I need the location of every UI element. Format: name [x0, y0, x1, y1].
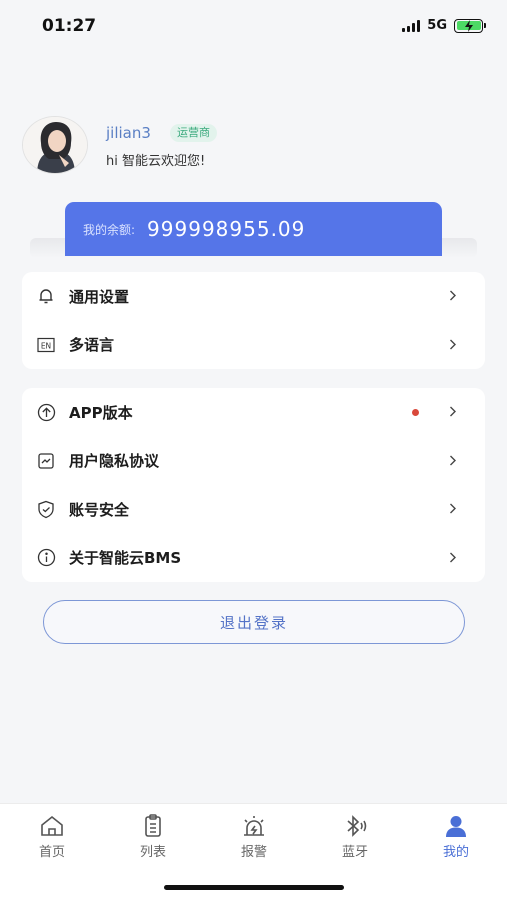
chevron-right-icon: [449, 403, 457, 422]
logout-button[interactable]: 退出登录: [43, 600, 465, 644]
chevron-right-icon: [449, 451, 457, 470]
svg-text:EN: EN: [41, 341, 51, 350]
profile-header: jilian3 运营商 hi 智能云欢迎您!: [22, 116, 482, 174]
upload-arrow-icon: [36, 402, 56, 422]
tab-label: 蓝牙: [341, 845, 368, 860]
user-icon: [444, 814, 468, 838]
chevron-right-icon: [449, 335, 457, 354]
balance-card: 我的余额: 999998955.09: [65, 202, 442, 256]
clipboard-icon: [143, 814, 163, 838]
tab-home[interactable]: 首页: [17, 814, 87, 864]
menu-item-general-settings[interactable]: 通用设置: [22, 272, 485, 321]
balance-value: 999998955.09: [147, 217, 306, 241]
welcome-text: hi 智能云欢迎您!: [106, 154, 206, 169]
tab-alarm[interactable]: 报警: [219, 814, 289, 864]
home-indicator: [164, 885, 344, 890]
bluetooth-icon: [342, 814, 368, 838]
tab-label: 首页: [38, 845, 65, 860]
info-icon: [36, 548, 56, 568]
role-badge: 运营商: [170, 124, 217, 142]
status-bar: 01:27 5G: [0, 0, 507, 56]
shield-icon: [36, 499, 56, 519]
tab-list[interactable]: 列表: [118, 814, 188, 864]
avatar[interactable]: [22, 116, 88, 174]
chevron-right-icon: [449, 548, 457, 567]
menu-item-label: 多语言: [69, 336, 115, 355]
menu-item-label: 用户隐私协议: [69, 452, 160, 471]
menu-item-label: APP版本: [69, 403, 133, 422]
tab-label: 列表: [139, 845, 166, 860]
alarm-icon: [241, 814, 267, 838]
home-icon: [39, 814, 65, 838]
menu-item-account-security[interactable]: 账号安全: [22, 485, 485, 534]
network-label: 5G: [427, 18, 447, 33]
tab-bluetooth[interactable]: 蓝牙: [320, 814, 390, 864]
tab-label: 我的: [442, 845, 469, 860]
menu-item-label: 通用设置: [69, 287, 130, 306]
document-icon: [36, 451, 56, 471]
update-badge: [412, 408, 419, 416]
tab-mine[interactable]: 我的: [421, 814, 491, 864]
language-en-icon: EN: [36, 335, 56, 355]
battery-icon: [454, 18, 486, 33]
menu-item-label: 账号安全: [69, 500, 130, 519]
status-time: 01:27: [42, 16, 97, 36]
menu-item-privacy[interactable]: 用户隐私协议: [22, 437, 485, 486]
menu-item-language[interactable]: EN 多语言: [22, 321, 485, 370]
chevron-right-icon: [449, 287, 457, 306]
status-indicators: 5G: [402, 18, 486, 33]
chevron-right-icon: [449, 500, 457, 519]
menu-item-label: 关于智能云BMS: [69, 549, 182, 568]
username: jilian3: [106, 124, 151, 142]
settings-card: 通用设置 EN 多语言: [22, 272, 485, 369]
info-card: APP版本 用户隐私协议 账号安全 关于智能云BMS: [22, 388, 485, 582]
menu-item-app-version[interactable]: APP版本: [22, 388, 485, 437]
menu-item-about[interactable]: 关于智能云BMS: [22, 534, 485, 583]
signal-icon: [402, 19, 421, 32]
bell-icon: [36, 286, 56, 306]
tab-label: 报警: [240, 845, 267, 860]
balance-label: 我的余额:: [83, 222, 136, 237]
